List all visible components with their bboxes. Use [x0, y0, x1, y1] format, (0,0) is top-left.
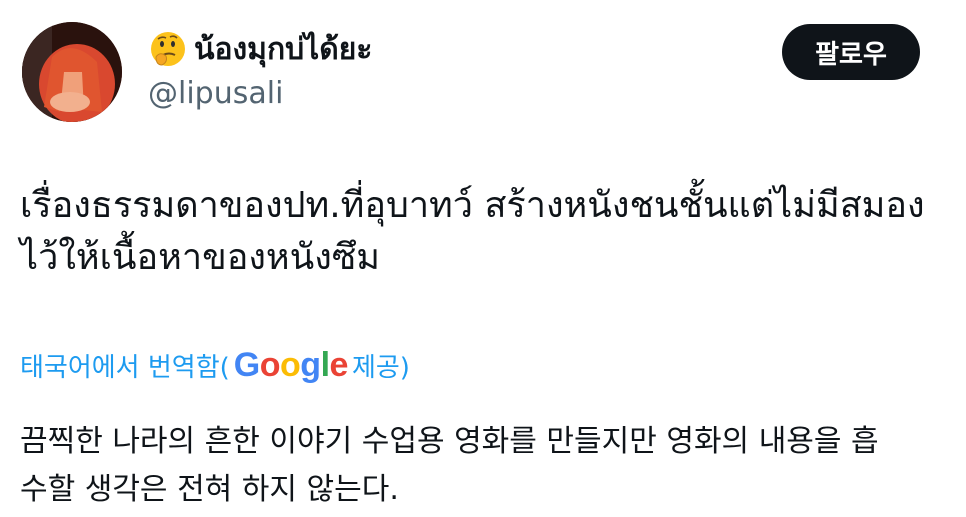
user-info: น้องมุกบ่ได้ยะ @lipusali [148, 26, 372, 112]
translation-suffix: 제공) [351, 352, 410, 383]
tweet-text: เรื่องธรรมดาของปท.ที่อุบาทว์ สร้างหนังชน… [20, 185, 925, 278]
thinking-face-icon [148, 29, 188, 69]
google-logo: Google [233, 345, 349, 384]
follow-button[interactable]: 팔로우 [782, 24, 920, 80]
user-handle[interactable]: @lipusali [148, 76, 372, 111]
translated-text: 끔찍한 나라의 흔한 이야기 수업용 영화를 만들지만 영화의 내용을 흡 수할… [20, 424, 879, 507]
translation-attribution[interactable]: 태국어에서 번역함( Google 제공) [20, 345, 410, 385]
avatar[interactable] [22, 22, 122, 122]
translation-prefix: 태국어에서 번역함( [20, 352, 230, 383]
tweet-card: น้องมุกบ่ได้ยะ @lipusali 팔로우 เรื่องธรรมด… [0, 0, 966, 517]
display-name: น้องมุกบ่ได้ยะ [194, 31, 373, 67]
display-name-row[interactable]: น้องมุกบ่ได้ยะ [148, 26, 372, 72]
